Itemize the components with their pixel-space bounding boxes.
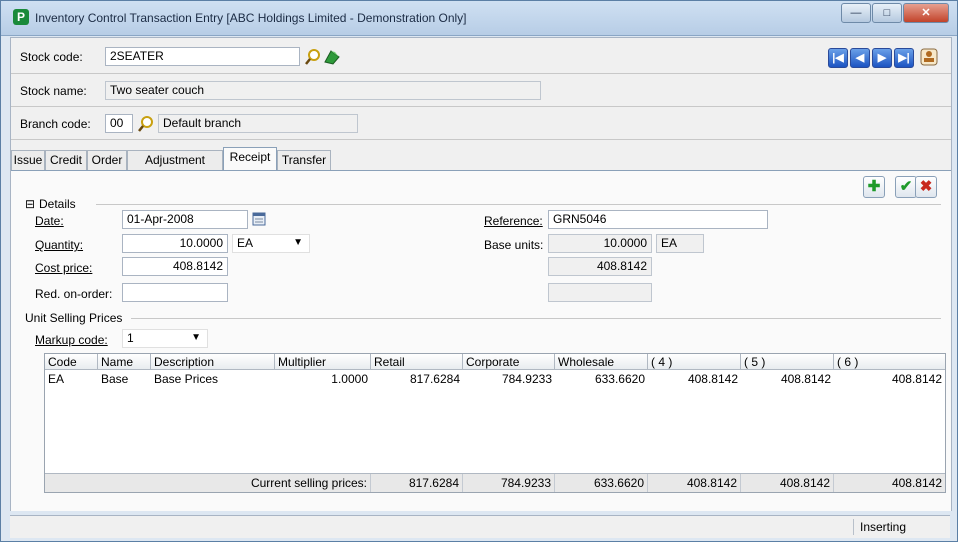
- footer-corporate: 784.9233: [463, 474, 555, 492]
- details-group-label: Details: [39, 197, 76, 211]
- cell-corporate: 784.9233: [501, 372, 552, 386]
- next-record-button[interactable]: ▶: [872, 48, 892, 68]
- cell-name: Base: [101, 372, 129, 386]
- maximize-button[interactable]: □: [872, 3, 902, 23]
- cell-multiplier: 1.0000: [331, 372, 368, 386]
- cost-price-input[interactable]: 408.8142: [122, 257, 228, 276]
- quantity-label: Quantity:: [35, 238, 84, 252]
- selling-prices-grid[interactable]: Code Name Description Multiplier Retail …: [44, 353, 946, 493]
- tab-transfer[interactable]: Transfer: [277, 150, 331, 170]
- branch-code-label: Branch code:: [20, 117, 91, 131]
- app-icon: P: [13, 9, 29, 25]
- branch-name-field: Default branch: [158, 114, 358, 133]
- stamp-icon[interactable]: [920, 48, 938, 66]
- branch-code-row: Branch code: 00 Default branch: [11, 107, 951, 140]
- reference-label: Reference:: [484, 214, 543, 228]
- base-extra-field: [548, 283, 652, 302]
- base-units-field: 10.0000: [548, 234, 652, 253]
- branch-search-icon[interactable]: [137, 115, 155, 133]
- status-mode: Inserting: [853, 519, 950, 535]
- date-label: Date:: [35, 214, 64, 228]
- column-header-corporate[interactable]: Corporate: [463, 354, 555, 370]
- cell-retail: 817.6284: [409, 372, 460, 386]
- branch-code-input[interactable]: 00: [105, 114, 133, 133]
- tab-order[interactable]: Order: [87, 150, 127, 170]
- stock-lookup-icon[interactable]: [323, 48, 341, 66]
- stock-name-row: Stock name: Two seater couch: [11, 74, 951, 107]
- tab-receipt[interactable]: Receipt: [223, 147, 277, 171]
- stock-code-label: Stock code:: [20, 50, 83, 64]
- tab-credit[interactable]: Credit: [45, 150, 87, 170]
- footer-price4: 408.8142: [648, 474, 741, 492]
- status-bar: Inserting: [10, 515, 950, 538]
- cell-wholesale: 633.6620: [594, 372, 645, 386]
- red-on-order-label: Red. on-order:: [35, 287, 113, 301]
- reference-input[interactable]: GRN5046: [548, 210, 768, 229]
- add-button[interactable]: ✚: [863, 176, 885, 198]
- stock-name-label: Stock name:: [20, 84, 87, 98]
- details-divider: [96, 204, 941, 205]
- details-collapse-icon[interactable]: ⊟: [25, 197, 35, 211]
- column-header-price4[interactable]: ( 4 ): [648, 354, 741, 370]
- cancel-button[interactable]: ✖: [915, 176, 937, 198]
- cell-price5: 408.8142: [780, 372, 831, 386]
- form-body: Stock code: 2SEATER |◀ ◀ ▶ ▶| Stock name…: [10, 37, 952, 511]
- stock-code-row: Stock code: 2SEATER |◀ ◀ ▶ ▶|: [11, 38, 951, 74]
- title-bar[interactable]: P Inventory Control Transaction Entry [A…: [1, 1, 957, 36]
- column-header-description[interactable]: Description: [151, 354, 275, 370]
- close-button[interactable]: ✕: [903, 3, 949, 23]
- column-header-price6[interactable]: ( 6 ): [834, 354, 945, 370]
- footer-price6: 408.8142: [891, 476, 942, 490]
- column-header-price5[interactable]: ( 5 ): [741, 354, 834, 370]
- calendar-icon[interactable]: [250, 210, 268, 228]
- selling-prices-group-label: Unit Selling Prices: [25, 311, 123, 325]
- footer-label: Current selling prices:: [45, 474, 371, 492]
- unit-select[interactable]: EA ▼: [232, 234, 310, 253]
- unit-select-value: EA: [237, 236, 254, 250]
- footer-wholesale: 633.6620: [555, 474, 648, 492]
- stock-code-input[interactable]: 2SEATER: [105, 47, 300, 66]
- markup-code-value: 1: [127, 331, 134, 345]
- grid-footer-row: Current selling prices: 817.6284 784.923…: [45, 473, 945, 492]
- footer-price5: 408.8142: [741, 474, 834, 492]
- cell-price4: 408.8142: [687, 372, 738, 386]
- base-cost-field: 408.8142: [548, 257, 652, 276]
- base-units-label: Base units:: [484, 238, 544, 252]
- last-record-button[interactable]: ▶|: [894, 48, 914, 68]
- column-header-multiplier[interactable]: Multiplier: [275, 354, 371, 370]
- main-window: P Inventory Control Transaction Entry [A…: [0, 0, 958, 542]
- date-input[interactable]: 01-Apr-2008: [122, 210, 248, 229]
- window-title: Inventory Control Transaction Entry [ABC…: [35, 11, 467, 25]
- minimize-button[interactable]: —: [841, 3, 871, 23]
- markup-code-select[interactable]: 1 ▼: [122, 329, 208, 348]
- previous-record-button[interactable]: ◀: [850, 48, 870, 68]
- cell-description: Base Prices: [154, 372, 219, 386]
- chevron-down-icon: ▼: [293, 237, 303, 248]
- tab-issue[interactable]: Issue: [11, 150, 45, 170]
- cost-price-label: Cost price:: [35, 261, 93, 275]
- search-icon[interactable]: [304, 48, 322, 66]
- markup-code-label: Markup code:: [35, 333, 108, 347]
- first-record-button[interactable]: |◀: [828, 48, 848, 68]
- cell-code: EA: [48, 372, 65, 386]
- quantity-input[interactable]: 10.0000: [122, 234, 228, 253]
- footer-retail: 817.6284: [371, 474, 463, 492]
- column-header-wholesale[interactable]: Wholesale: [555, 354, 648, 370]
- selling-prices-divider: [131, 318, 941, 319]
- column-header-retail[interactable]: Retail: [371, 354, 463, 370]
- column-header-code[interactable]: Code: [45, 354, 98, 370]
- column-header-name[interactable]: Name: [98, 354, 151, 370]
- markup-chevron-down-icon: ▼: [191, 332, 201, 343]
- tab-adjustment[interactable]: Adjustment: [127, 150, 223, 170]
- red-on-order-input[interactable]: [122, 283, 228, 302]
- cell-price6: 408.8142: [891, 372, 942, 386]
- stock-name-field: Two seater couch: [105, 81, 541, 100]
- base-unit-code-field: EA: [656, 234, 704, 253]
- ok-button[interactable]: ✔: [895, 176, 917, 198]
